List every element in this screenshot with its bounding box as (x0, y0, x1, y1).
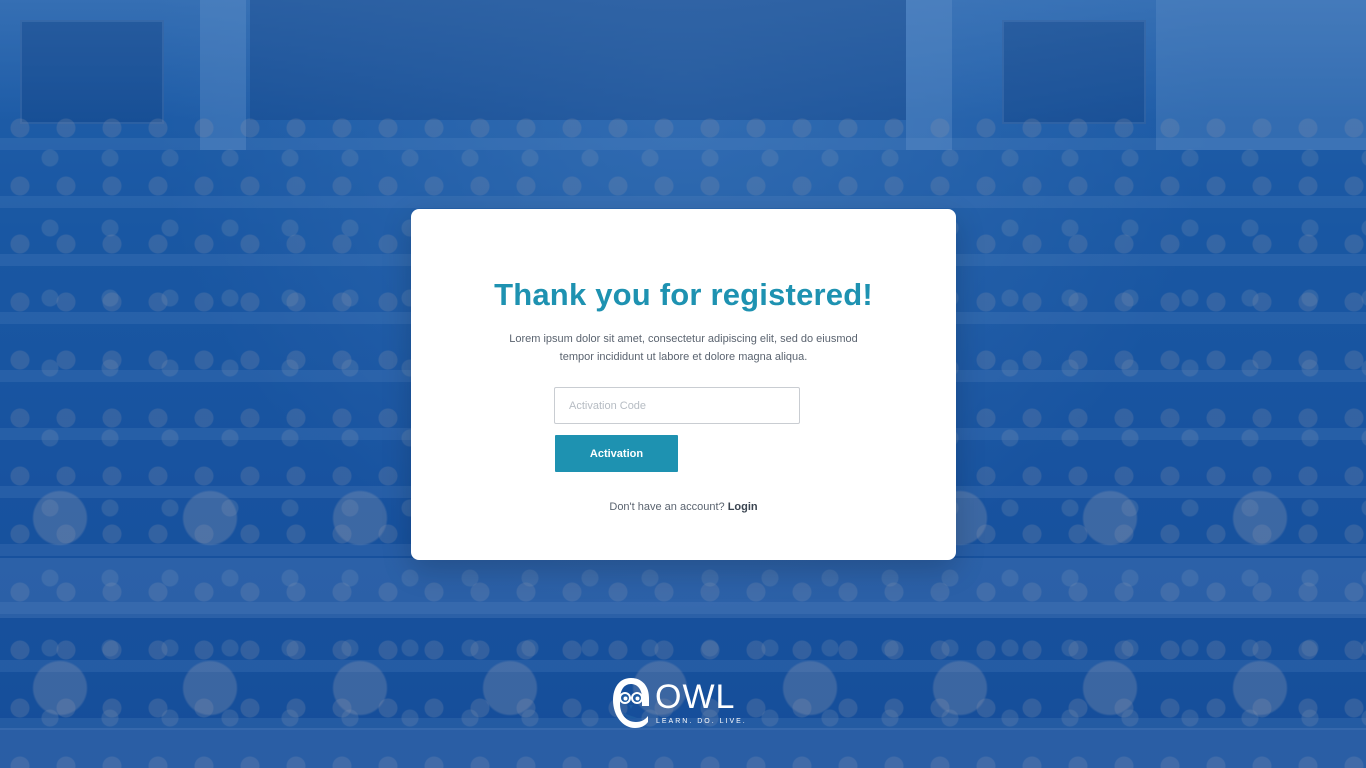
logo-wordmark: OWL (655, 678, 736, 716)
activation-button[interactable]: Activation (555, 435, 678, 472)
registration-confirmation-card: Thank you for registered! Lorem ipsum do… (411, 209, 956, 560)
activation-code-input[interactable] (554, 387, 800, 424)
owl-icon (613, 678, 649, 728)
description-line: Lorem ipsum dolor sit amet, consectetur … (509, 333, 858, 345)
page: Thank you for registered! Lorem ipsum do… (0, 0, 1366, 768)
description: Lorem ipsum dolor sit amet, consectetur … (501, 330, 866, 366)
page-title: Thank you for registered! (494, 277, 873, 312)
no-account-text: Don't have an account? (609, 501, 725, 513)
login-link[interactable]: Login (728, 501, 758, 513)
login-prompt: Don't have an account? Login (411, 501, 956, 513)
description-line: tempor incididunt ut labore et dolore ma… (559, 351, 808, 363)
logo-tagline: LEARN. DO. LIVE. (656, 718, 747, 725)
owl-logo: OWL LEARN. DO. LIVE. (611, 676, 761, 732)
